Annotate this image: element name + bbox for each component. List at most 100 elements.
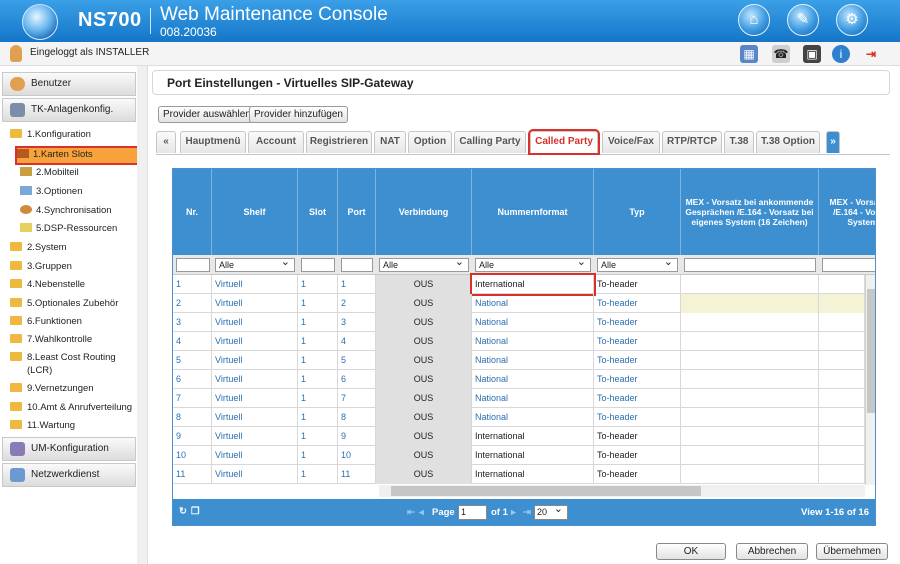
cell-typ[interactable]: To-header [594,351,681,370]
cell-mex[interactable] [819,446,865,465]
cell-verbindung[interactable]: OUS [376,446,472,465]
tools-icon[interactable]: ✎ [787,4,819,36]
cell-port[interactable]: 4 [338,332,376,351]
calendar-icon[interactable]: ▦ [740,45,758,63]
cell-verbindung[interactable]: OUS [376,408,472,427]
cell-typ[interactable]: To-header [594,275,681,294]
cell-verbindung[interactable]: OUS [376,294,472,313]
cell-port[interactable]: 6 [338,370,376,389]
cell-typ[interactable]: To-header [594,465,681,484]
cell-verbindung[interactable]: OUS [376,275,472,294]
filter-mex-in[interactable] [684,258,816,272]
col-header-nr[interactable]: Nr. [173,169,212,255]
cell-format[interactable]: International [470,273,596,296]
tab-voice-fax[interactable]: Voice/Fax [602,131,660,153]
filter-slot[interactable] [301,258,335,272]
cell-nr[interactable]: 4 [173,332,212,351]
cell-port[interactable]: 8 [338,408,376,427]
filter-verbindung[interactable]: Alle [379,256,469,272]
settings-icon[interactable]: ⚙ [836,4,868,36]
cell-mex[interactable] [819,408,865,427]
cell-typ[interactable]: To-header [594,332,681,351]
col-header-typ[interactable]: Typ [594,169,681,255]
tree-item-zubehoer[interactable]: 5.Optionales Zubehör [10,298,118,310]
cell-verbindung[interactable]: OUS [376,332,472,351]
tab-hauptmenu[interactable]: Hauptmenü [180,131,246,153]
cell-shelf[interactable]: Virtuell [212,446,298,465]
tree-item-nebenstelle[interactable]: 4.Nebenstelle [10,279,85,291]
cell-port[interactable]: 10 [338,446,376,465]
page-size-select[interactable]: 20 [534,503,568,520]
tab-account[interactable]: Account [248,131,304,153]
cell-mex[interactable] [819,351,865,370]
cell-format[interactable]: National [472,389,594,408]
cell-verbindung[interactable]: OUS [376,370,472,389]
home-icon[interactable]: ⌂ [738,4,770,36]
sidebar-tk-anlagenkonfig[interactable]: TK-Anlagenkonfig. [2,98,136,122]
cell-port[interactable]: 3 [338,313,376,332]
cell-typ[interactable]: To-header [594,446,681,465]
cell-port[interactable]: 9 [338,427,376,446]
scroll-thumb[interactable] [391,486,701,496]
cell-mex[interactable] [819,389,865,408]
cell-shelf[interactable]: Virtuell [212,294,298,313]
last-page-icon[interactable]: ⇥ [523,507,531,518]
cell-mex[interactable] [681,332,819,351]
cell-port[interactable]: 2 [338,294,376,313]
cell-mex[interactable] [819,370,865,389]
cell-slot[interactable]: 1 [298,408,338,427]
tree-item-system[interactable]: 2.System [10,242,67,254]
tree-item-karten-slots[interactable]: 1.Karten Slots [15,146,139,165]
tree-item-gruppen[interactable]: 3.Gruppen [10,261,72,273]
col-header-port[interactable]: Port [338,169,376,255]
ok-button[interactable]: OK [656,543,726,560]
tree-item-wahlkontrolle[interactable]: 7.Wahlkontrolle [10,334,92,346]
cell-nr[interactable]: 3 [173,313,212,332]
cell-slot[interactable]: 1 [298,465,338,484]
cell-mex[interactable] [681,465,819,484]
tree-item-lcr[interactable]: 8.Least Cost Routing [10,352,116,364]
cell-mex[interactable] [819,332,865,351]
cell-format[interactable]: National [472,313,594,332]
table-row[interactable]: 10 Virtuell 1 10 OUS International To-header [173,446,865,465]
cell-nr[interactable]: 6 [173,370,212,389]
cell-verbindung[interactable]: OUS [376,313,472,332]
cell-shelf[interactable]: Virtuell [212,351,298,370]
tab-option[interactable]: Option [408,131,452,153]
cell-verbindung[interactable]: OUS [376,389,472,408]
tree-item-vernetzungen[interactable]: 9.Vernetzungen [10,383,94,395]
cell-typ[interactable]: To-header [594,294,681,313]
cell-nr[interactable]: 10 [173,446,212,465]
provider-select-button[interactable]: Provider auswählen [158,106,256,123]
cell-mex[interactable] [681,408,819,427]
prev-page-icon[interactable]: ◂ [419,507,424,518]
cell-format[interactable]: National [472,294,594,313]
cell-shelf[interactable]: Virtuell [212,370,298,389]
cell-typ[interactable]: To-header [594,408,681,427]
cell-typ[interactable]: To-header [594,370,681,389]
copy-icon[interactable]: ❐ [191,506,200,517]
scroll-thumb[interactable] [867,289,875,413]
cell-slot[interactable]: 1 [298,389,338,408]
cell-mex[interactable] [819,465,865,484]
tree-item-amt[interactable]: 10.Amt & Anrufverteilung [10,402,132,414]
save-icon[interactable]: ▣ [803,45,821,63]
cell-slot[interactable]: 1 [298,427,338,446]
cell-format[interactable]: International [472,465,594,484]
col-header-nummernformat[interactable]: Nummernformat [472,169,594,255]
cell-shelf[interactable]: Virtuell [212,313,298,332]
tab-t38[interactable]: T.38 [724,131,754,153]
cell-mex[interactable] [681,370,819,389]
cell-port[interactable]: 7 [338,389,376,408]
cell-shelf[interactable]: Virtuell [212,408,298,427]
tree-item-dsp-ressourcen[interactable]: 5.DSP-Ressourcen [20,223,117,235]
tab-t38-option[interactable]: T.38 Option [756,131,820,153]
cell-slot[interactable]: 1 [298,275,338,294]
cell-nr[interactable]: 7 [173,389,212,408]
cell-mex[interactable] [819,427,865,446]
table-row[interactable]: 2 Virtuell 1 2 OUS National To-header [173,294,865,313]
tab-prev[interactable]: « [156,131,176,153]
col-header-verbindung[interactable]: Verbindung [376,169,472,255]
cell-format[interactable]: National [472,370,594,389]
cell-nr[interactable]: 5 [173,351,212,370]
